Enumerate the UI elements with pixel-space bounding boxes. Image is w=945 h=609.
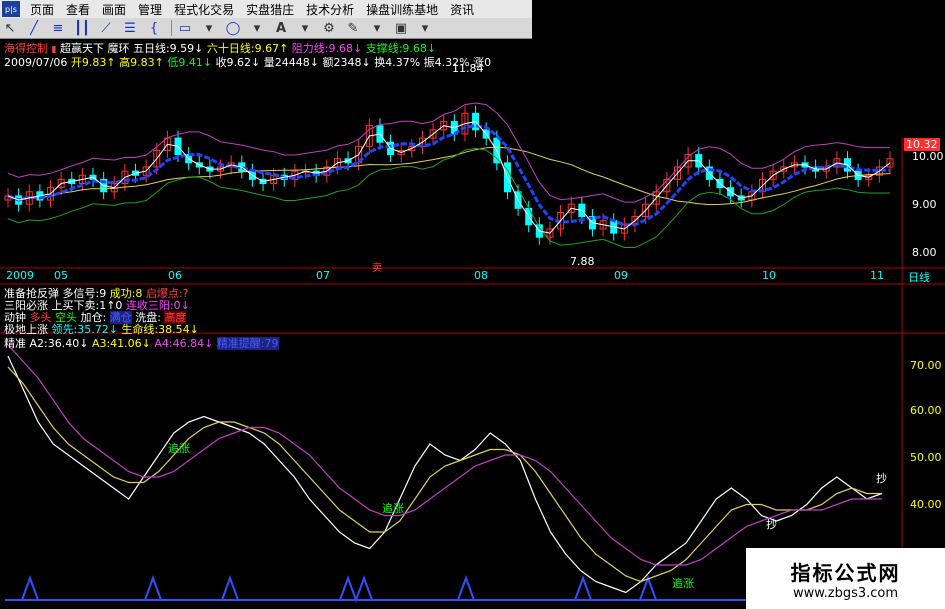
time-label: 09 — [614, 269, 628, 282]
time-label: 10 — [762, 269, 776, 282]
signal-value: A2:36.40↓ — [29, 337, 89, 350]
spike-signal — [21, 575, 39, 601]
osc-tick: 50.00 — [910, 451, 942, 464]
signal-value: 精准提醒:79 — [216, 337, 279, 350]
signal-title: 精准 — [4, 337, 26, 350]
lower-band-line — [7, 147, 890, 248]
period-label[interactable]: 日线 — [908, 269, 930, 285]
watermark: 指标公式网 www.zbgs3.com — [746, 548, 945, 609]
signal-row-5: 精准 A2:36.40↓ A3:41.06↓ A4:46.84↓ 精准提醒:79 — [4, 335, 279, 351]
time-label: 2009 — [6, 269, 34, 282]
signal-value: A3:41.06↓ — [91, 337, 151, 350]
ma-long-line — [7, 146, 891, 206]
spike-signal — [574, 575, 592, 601]
price-line — [7, 121, 891, 234]
quote-date: 2009/07/06 — [4, 56, 68, 69]
low-annotation: 7.88 — [570, 255, 595, 268]
current-price-tag: 10.32 — [904, 138, 940, 151]
quote-turnover: 换4.37% — [374, 56, 421, 69]
watermark-title: 指标公式网 — [790, 560, 901, 585]
sell-mark: 卖 — [372, 263, 382, 274]
spike-signal — [221, 575, 239, 601]
osc-tick: 70.00 — [910, 359, 942, 372]
time-label: 07 — [316, 269, 330, 282]
time-label: 08 — [474, 269, 488, 282]
spike-signal — [339, 575, 373, 603]
buy-mark: 抄 — [766, 518, 777, 531]
ma-short-line — [7, 124, 890, 227]
osc-tick: 40.00 — [910, 498, 942, 511]
spike-signal — [457, 575, 475, 601]
osc-tick: 60.00 — [910, 404, 942, 417]
price-tick: 9.00 — [912, 198, 937, 211]
quote-row: 2009/07/06 开9.83↑ 高9.83↑ 低9.41↓ 收9.62↓ 量… — [4, 54, 491, 70]
upper-band-line — [7, 102, 890, 203]
watermark-url: www.zbgs3.com — [792, 585, 899, 601]
spike-signal — [144, 575, 162, 601]
high-annotation: 11.84 — [452, 62, 484, 75]
quote-low: 低9.41↓ — [167, 56, 213, 69]
price-tick: 10.00 — [912, 150, 944, 163]
buy-mark: 抄 — [876, 472, 887, 485]
time-label: 11 — [870, 269, 884, 282]
overlay-lines — [7, 102, 891, 248]
quote-amount: 额2348↓ — [322, 56, 371, 69]
quote-volume: 量24448↓ — [263, 56, 319, 69]
time-label: 05 — [54, 269, 68, 282]
signal-value: A4:46.84↓ — [154, 337, 214, 350]
chase-up-mark: 追涨 — [672, 577, 694, 590]
time-label: 06 — [168, 269, 182, 282]
price-tick: 8.00 — [912, 246, 937, 259]
quote-open: 开9.83↑ — [70, 56, 116, 69]
chase-up-mark: 追涨 — [382, 502, 404, 515]
quote-close: 收9.62↓ — [215, 56, 261, 69]
chase-up-mark: 追涨 — [168, 442, 190, 455]
quote-high: 高9.83↑ — [119, 56, 164, 69]
